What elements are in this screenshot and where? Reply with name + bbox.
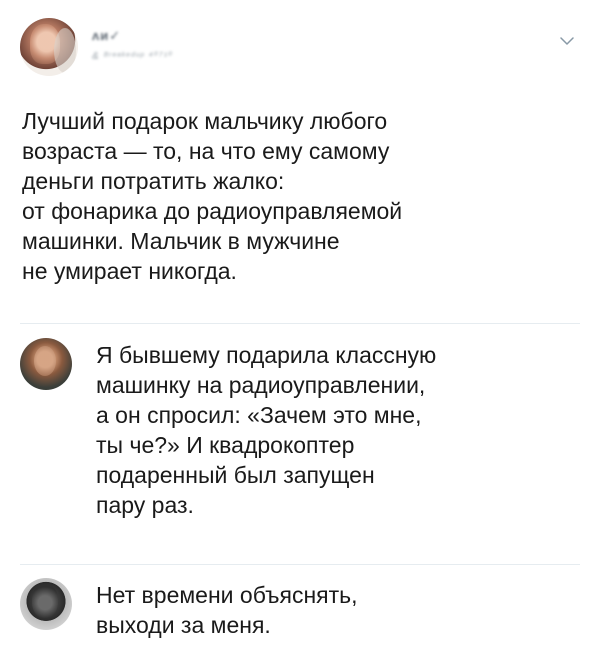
author-handle[interactable]: & ᴮʳᵉᵃᵏᵉᵈᵘᵖ ⁴⁰⁷¹⁰ [92, 51, 173, 62]
tweet-text: Лучший подарок мальчику любого возраста … [22, 108, 403, 284]
divider [20, 564, 580, 565]
reply-avatar[interactable] [20, 578, 72, 630]
reply-text: Я бывшему подарила классную машинку на р… [96, 342, 437, 518]
tweet-header: ᴧᴎ✓ & ᴮʳᵉᵃᵏᵉᵈᵘᵖ ⁴⁰⁷¹⁰ [20, 18, 580, 78]
chevron-down-icon[interactable] [560, 34, 574, 48]
reply-text: Нет времени объяснять, выходи за меня. [96, 582, 358, 638]
reply-avatar[interactable] [20, 338, 72, 390]
author-name[interactable]: ᴧᴎ✓ [92, 28, 121, 44]
author-avatar[interactable] [20, 18, 78, 76]
divider [20, 323, 580, 324]
